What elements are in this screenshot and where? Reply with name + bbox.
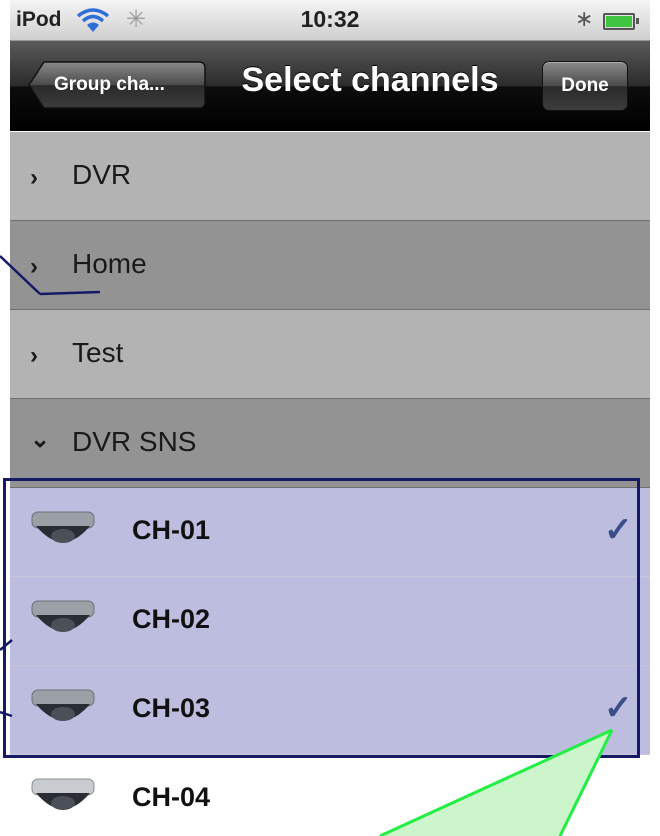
done-button-label: Done bbox=[561, 75, 609, 96]
group-row-test[interactable]: › Test bbox=[10, 310, 650, 399]
navigation-bar: Group cha... Select channels Done bbox=[10, 41, 650, 131]
chevron-down-icon: ⌄ bbox=[30, 426, 51, 453]
group-label: Test bbox=[72, 337, 124, 368]
chevron-right-icon: › bbox=[30, 342, 38, 369]
group-row-home[interactable]: › Home bbox=[10, 221, 650, 310]
dome-camera-icon bbox=[28, 599, 98, 648]
channel-row-ch-02[interactable]: CH-02 bbox=[10, 577, 650, 666]
group-row-dvr[interactable]: › DVR bbox=[10, 132, 650, 221]
checkmark-icon: ✓ bbox=[604, 511, 633, 549]
group-label: DVR bbox=[72, 159, 132, 190]
group-label: DVR SNS bbox=[72, 426, 197, 457]
chevron-right-icon: › bbox=[30, 253, 38, 280]
checkmark-icon: ✓ bbox=[604, 689, 633, 727]
dome-camera-icon bbox=[28, 688, 98, 737]
status-bar: iPod ✳ 10:32 ∗ bbox=[10, 0, 650, 41]
dome-camera-icon bbox=[28, 777, 98, 826]
channel-name: CH-02 bbox=[132, 604, 211, 634]
back-button[interactable]: Group cha... bbox=[28, 61, 206, 109]
status-time: 10:32 bbox=[300, 6, 360, 32]
battery-icon bbox=[603, 13, 639, 30]
channel-name: CH-01 bbox=[132, 515, 211, 545]
back-button-label: Group cha... bbox=[54, 74, 165, 95]
channel-name: CH-04 bbox=[132, 782, 211, 812]
group-label: Home bbox=[72, 248, 147, 279]
dome-camera-icon bbox=[28, 510, 98, 559]
channel-row-ch-01[interactable]: CH-01 ✓ bbox=[10, 488, 650, 577]
chevron-right-icon: › bbox=[30, 164, 38, 191]
channel-row-ch-04[interactable]: CH-04 bbox=[10, 755, 650, 836]
bluetooth-icon: ∗ bbox=[575, 6, 594, 31]
channel-name: CH-03 bbox=[132, 693, 211, 723]
channel-row-ch-03[interactable]: CH-03 ✓ bbox=[10, 666, 650, 755]
page-title: Select channels bbox=[241, 61, 499, 99]
done-button[interactable]: Done bbox=[542, 61, 628, 111]
phone-screen: iPod ✳ 10:32 ∗ Group cha... Select chann… bbox=[10, 0, 650, 836]
group-row-dvr-sns[interactable]: ⌄ DVR SNS bbox=[10, 399, 650, 488]
